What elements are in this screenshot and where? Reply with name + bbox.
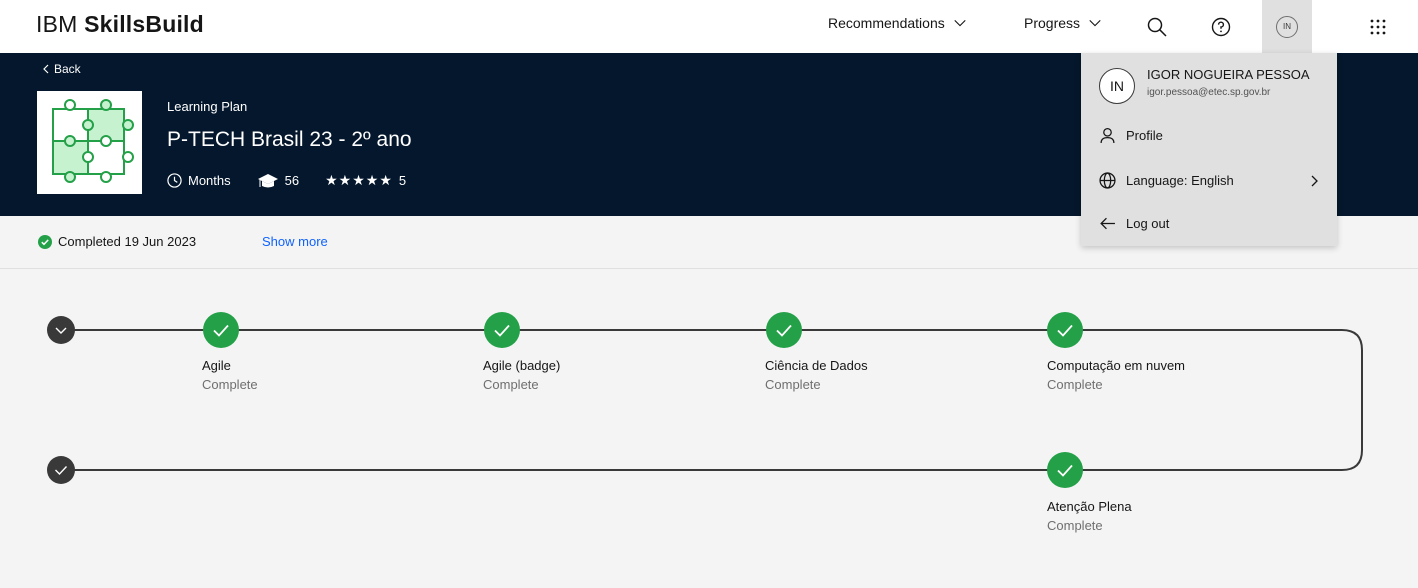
- brand-logo[interactable]: IBM SkillsBuild: [36, 11, 204, 38]
- progress-label: Progress: [1024, 15, 1081, 31]
- arrow-left-icon: [1100, 217, 1115, 230]
- progress-menu[interactable]: Progress: [1024, 15, 1102, 31]
- graduation-cap-icon: [257, 173, 278, 187]
- start-node-row2: [47, 456, 75, 484]
- puzzle-icon: [52, 99, 134, 183]
- course-title-computacao-em-nuvem[interactable]: Computação em nuvem: [1047, 358, 1185, 373]
- search-icon: [1147, 17, 1167, 37]
- avatar: IN: [1099, 68, 1135, 104]
- learning-plan-thumbnail: [37, 91, 142, 194]
- user-name: IGOR NOGUEIRA PESSOA: [1147, 67, 1310, 82]
- recommendations-label: Recommendations: [828, 15, 945, 31]
- rating-stars-icon: ★★★★★: [325, 172, 393, 188]
- app-grid-icon: [1370, 19, 1386, 34]
- language-menu-item[interactable]: Language: English: [1099, 172, 1319, 189]
- help-button[interactable]: [1198, 0, 1244, 53]
- globe-icon: [1099, 172, 1116, 189]
- checkmark-filled-icon: [38, 234, 52, 249]
- top-nav: IBM SkillsBuild Recommendations Progress…: [0, 0, 1418, 53]
- learning-path-timeline: Agile Complete Agile (badge) Complete Ci…: [0, 270, 1418, 588]
- completion-status: Completed 19 Jun 2023: [38, 234, 196, 249]
- user-email: igor.pessoa@etec.sp.gov.br: [1147, 87, 1271, 98]
- learners-count: 56: [284, 173, 300, 188]
- language-label: Language: English: [1126, 173, 1234, 188]
- completion-date: Completed 19 Jun 2023: [58, 234, 197, 249]
- back-label: Back: [54, 62, 81, 76]
- profile-menu-item[interactable]: Profile: [1099, 127, 1163, 144]
- complete-node-agile-badge: [484, 312, 520, 348]
- brand-bold-text: SkillsBuild: [84, 11, 204, 37]
- help-icon: [1211, 17, 1231, 36]
- course-title-agile-badge[interactable]: Agile (badge): [483, 358, 560, 373]
- show-more-link[interactable]: Show more: [262, 234, 328, 249]
- course-title-atencao-plena[interactable]: Atenção Plena: [1047, 499, 1132, 514]
- timeline-track: [47, 312, 1363, 488]
- course-title-ciencia-de-dados[interactable]: Ciência de Dados: [765, 358, 868, 373]
- user-icon: [1100, 127, 1115, 143]
- chevron-left-icon: [43, 64, 49, 74]
- complete-node-atencao-plena: [1047, 452, 1083, 488]
- complete-node-ciencia-de-dados: [766, 312, 802, 348]
- rating-value: 5: [398, 173, 407, 188]
- user-avatar-button[interactable]: IN: [1262, 0, 1312, 53]
- chevron-down-icon: [954, 19, 966, 27]
- start-node-row1: [47, 316, 75, 344]
- chevron-right-icon: [1311, 175, 1318, 187]
- page-title: P-TECH Brasil 23 - 2º ano: [167, 128, 412, 151]
- profile-label: Profile: [1126, 128, 1163, 143]
- duration-text: Months: [188, 173, 231, 188]
- logout-menu-item[interactable]: Log out: [1099, 215, 1169, 232]
- app-switcher-button[interactable]: [1355, 0, 1401, 53]
- course-title-agile[interactable]: Agile: [202, 358, 231, 373]
- plan-meta: Months 56 ★★★★★ 5: [167, 172, 406, 189]
- logout-label: Log out: [1126, 216, 1170, 231]
- timeline-path: [62, 329, 1363, 471]
- clock-icon: [167, 173, 182, 188]
- back-link[interactable]: Back: [42, 62, 81, 76]
- brand-light-text: IBM: [36, 11, 78, 37]
- learning-plan-eyebrow: Learning Plan: [167, 99, 248, 114]
- chevron-down-icon: [1089, 19, 1101, 27]
- user-menu-dropdown: IN IGOR NOGUEIRA PESSOA igor.pessoa@etec…: [1081, 53, 1337, 246]
- course-status-agile: Complete: [202, 377, 258, 392]
- recommendations-menu[interactable]: Recommendations: [828, 15, 967, 31]
- course-status-ciencia-de-dados: Complete: [765, 377, 821, 392]
- search-button[interactable]: [1134, 0, 1180, 53]
- course-status-agile-badge: Complete: [483, 377, 539, 392]
- course-status-computacao-em-nuvem: Complete: [1047, 377, 1103, 392]
- complete-node-computacao-em-nuvem: [1047, 312, 1083, 348]
- avatar: IN: [1276, 15, 1298, 38]
- complete-node-agile: [203, 312, 239, 348]
- course-status-atencao-plena: Complete: [1047, 518, 1103, 533]
